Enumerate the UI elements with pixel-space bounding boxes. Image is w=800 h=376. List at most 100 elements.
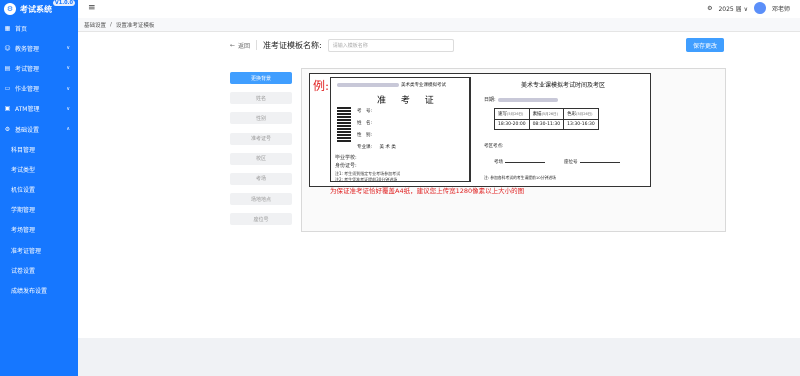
file-icon: ▤ [4,64,11,72]
schedule-table: 速写(5月26日) 素描(5月26日) 色彩(5月26日) 18:30-20:0… [494,108,599,130]
field-venue[interactable]: 场地地点 [230,193,292,206]
schedule-time-row: 18:30-20:00 08:30-11:30 13:30-16:30 [494,119,599,130]
ticket-left-card: 美术类专业课模拟考试 准 考 证 考 号: 姓 名: 性 别: 专业课: 美 术… [330,77,470,182]
sidebar-subitem-rooms[interactable]: 考场管理 [0,220,78,240]
admission-ticket-preview: 例: 美术类专业课模拟考试 准 考 证 考 号: 姓 名: 性 别: 专业课: … [309,73,651,187]
sidebar-subitem-exam-types[interactable]: 考试类型 [0,159,78,179]
field-room[interactable]: 考场 [230,172,292,185]
seat-label: 座位号 [564,160,578,165]
gear-icon: ⚙ [4,125,11,133]
room-label: 考场 [494,160,503,165]
ticket-title: 准 考 证 [377,96,440,106]
menu-icon[interactable]: ≡ [88,3,96,13]
underline [505,162,545,163]
seat-field: 座位号 [564,159,620,165]
label-exam-number: 考 号: [357,109,373,114]
sidebar-item-academic[interactable]: ☺ 教务管理 ∨ [0,38,78,58]
sidebar-item-exam[interactable]: ▤ 考试管理 ∨ [0,58,78,78]
field-campus[interactable]: 校区 [230,152,292,165]
back-button[interactable]: ← 返回 [230,41,250,50]
chevron-down-icon: ∨ [66,45,70,52]
sidebar-subitem-terms[interactable]: 学期管理 [0,200,78,220]
label-gender: 性 别: [357,133,373,138]
schedule-cell: 速写(5月26日) [494,108,530,120]
user-name[interactable]: 邓老师 [772,4,790,13]
upload-hint: 为保证准考证恰好覆盖A4纸，建议您上传宽1280像素以上大小的图 [330,187,525,195]
sidebar-item-label: 考试管理 [15,65,40,73]
grid-icon: ▦ [4,24,11,32]
chevron-down-icon: ∨ [66,65,70,72]
sidebar-item-settings[interactable]: ⚙ 基础设置 ∧ [0,119,78,139]
label-name: 姓 名: [357,121,373,126]
sidebar-item-atm[interactable]: ▣ ATM管理 ∨ [0,99,78,119]
sidebar-item-label: 教务管理 [15,45,40,53]
logo-icon: ⚙ [4,3,16,15]
field-name[interactable]: 姓名 [230,92,292,105]
avatar[interactable] [753,2,766,14]
underline [579,162,620,163]
brand[interactable]: ⚙ 考试系统 V1.0.0 [0,0,78,18]
arrow-left-icon: ← [230,41,236,49]
barcode-image [337,107,351,143]
label-school: 毕业学校: [335,155,357,161]
year-selector[interactable]: 2025 届 ∨ [718,4,748,13]
chevron-down-icon: ∨ [743,5,748,13]
main-content: ← 返回 准考证模板名称: 请输入模板名称 保存更改 更换背景 姓名 性别 准考… [78,32,800,338]
topbar: ≡ ⚙ 2025 届 ∨ 邓老师 [78,0,800,18]
change-background-button[interactable]: 更换背景 [230,72,292,84]
schedule-cell: 色彩(5月26日) [563,108,599,120]
year-label: 2025 届 [718,5,742,13]
breadcrumb-root[interactable]: 基础设置 [84,21,106,29]
label-id-card: 身份证号: [335,163,357,169]
field-admission-number[interactable]: 准考证号 [230,132,292,145]
sidebar-item-label: 首页 [15,25,28,33]
breadcrumb-current: 设置准考证模板 [115,22,155,29]
sidebar-subitem-seats[interactable]: 机位设置 [0,180,78,200]
sidebar-subitem-admission[interactable]: 准考证管理 [0,240,78,260]
exam-name: 美术类专业课模拟考试 [401,83,446,88]
version-badge: V1.0.0 [52,0,75,6]
monitor-icon: ▭ [4,85,11,93]
breadcrumb-separator: / [110,21,112,28]
breadcrumb: 基础设置 / 设置准考证模板 [78,18,800,32]
field-seat[interactable]: 座位号 [230,213,292,226]
header-row: ← 返回 准考证模板名称: 请输入模板名称 保存更改 [230,38,724,52]
right-note: 注: 参加各科考试的考生请提前10分钟进场 [484,175,556,180]
ticket-right-card: 美术专业课模拟考试时间及考区 日期: 速写(5月26日) 素描(5月26日) 色… [478,77,648,182]
schedule-cell: 素描(5月26日) [528,108,565,120]
ticket-divider [470,77,471,182]
sidebar-item-homework[interactable]: ▭ 作业管理 ∨ [0,79,78,99]
note-2: 注2: 考生凭准考证提前30分钟进场 [335,177,398,182]
field-gender[interactable]: 性别 [230,112,292,125]
field-list: 更换背景 姓名 性别 准考证号 校区 考场 场地地点 座位号 [230,72,292,234]
blurred-date [497,97,558,102]
sidebar-subitem-papers[interactable]: 试卷设置 [0,260,78,280]
sidebar: ⚙ 考试系统 V1.0.0 ▦ 首页 ☺ 教务管理 ∨ ▤ 考试管理 ∨ ▭ 作… [0,0,78,376]
date-label: 日期: [484,97,496,103]
sidebar-item-label: ATM管理 [15,106,40,114]
sidebar-item-home[interactable]: ▦ 首页 [0,18,78,38]
save-button[interactable]: 保存更改 [686,38,724,52]
schedule-header-row: 速写(5月26日) 素描(5月26日) 色彩(5月26日) [494,108,599,120]
schedule-time: 08:30-11:30 [528,119,565,130]
settings-icon[interactable]: ⚙ [707,5,712,12]
chevron-down-icon: ∨ [66,105,70,112]
sidebar-subitem-subjects[interactable]: 科目管理 [0,139,78,159]
zone-label: 考区考点: [484,144,504,149]
template-canvas[interactable]: 例: 美术类专业课模拟考试 准 考 证 考 号: 姓 名: 性 别: 专业课: … [301,68,726,232]
chevron-down-icon: ∨ [66,85,70,92]
sidebar-subitem-scores[interactable]: 成绩发布设置 [0,280,78,300]
schedule-title: 美术专业课模拟考试时间及考区 [520,82,605,89]
subject-value: 美 术 类 [379,145,396,150]
user-icon: ☺ [4,44,11,52]
label-subject: 专业课: 美 术 类 [357,144,396,150]
back-label: 返回 [238,42,251,50]
template-name-input[interactable]: 请输入模板名称 [327,38,454,52]
atm-icon: ▣ [4,105,11,113]
blurred-text [337,83,399,87]
exam-title: 美术类专业课模拟考试 [337,82,446,88]
sidebar-item-label: 作业管理 [15,86,40,94]
room-field: 考场 [494,159,545,165]
top-right: ⚙ 2025 届 ∨ 邓老师 [707,2,790,14]
template-name-label: 准考证模板名称: [263,40,322,50]
